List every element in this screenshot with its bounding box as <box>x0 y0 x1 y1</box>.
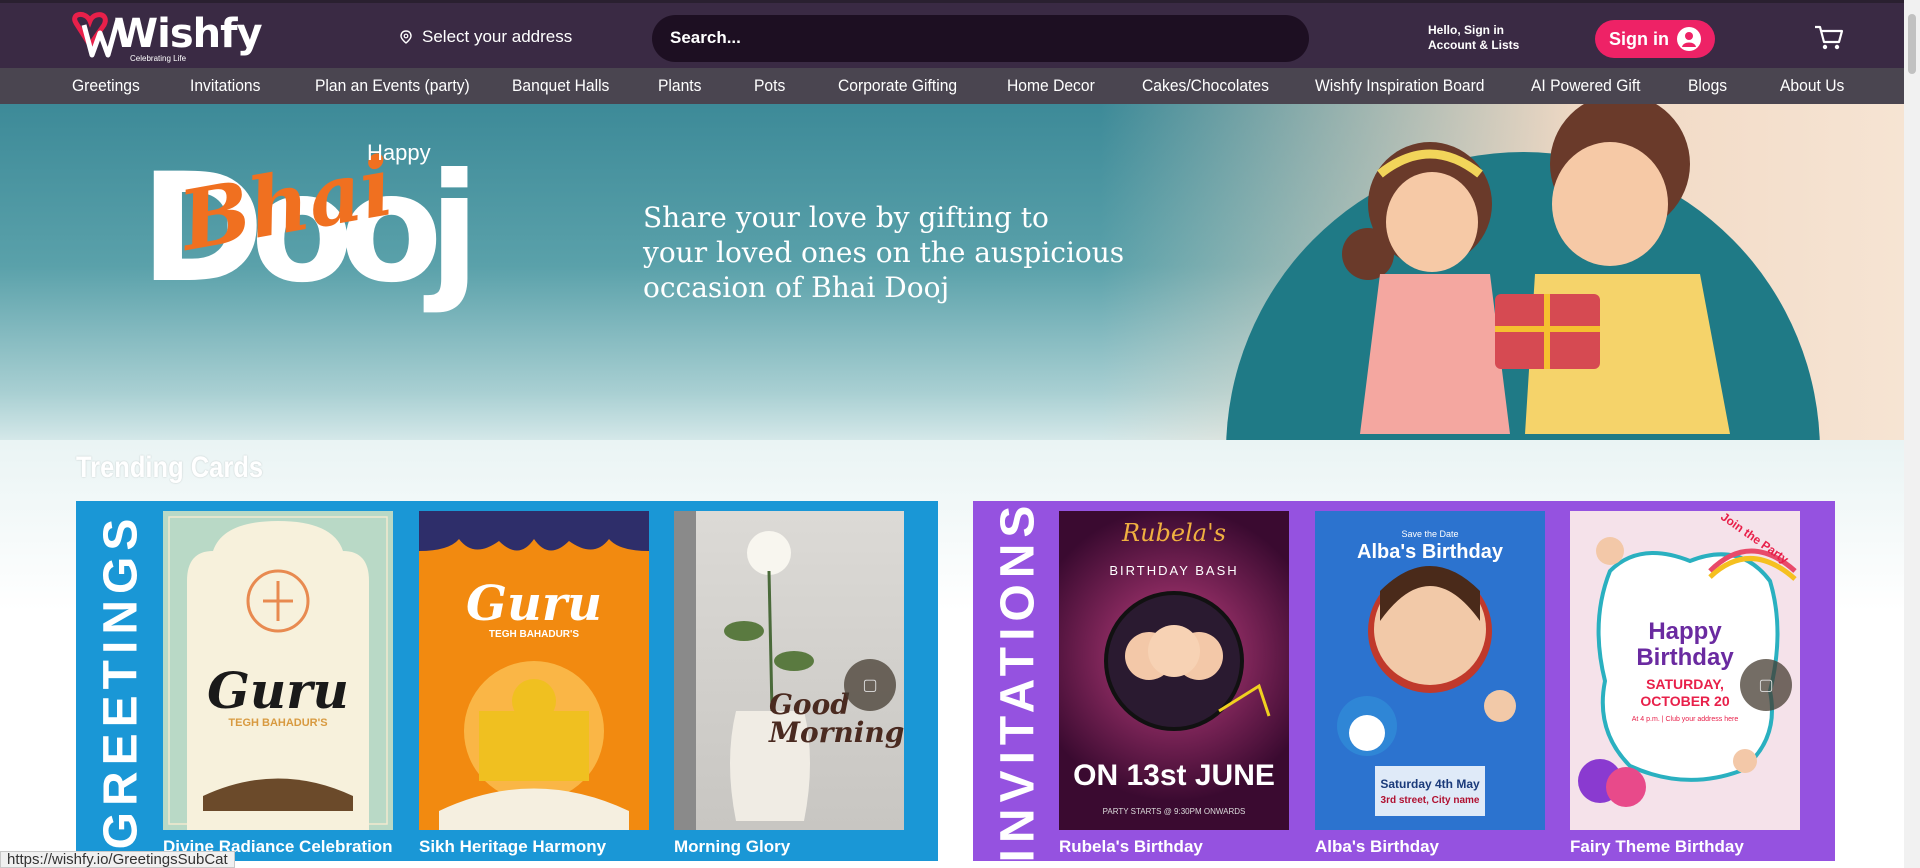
greetings-label-text: GREETINGS <box>94 512 148 850</box>
invitations-label-text: INVITATIONS <box>991 499 1045 863</box>
nav-item-pots[interactable]: Pots <box>754 76 785 96</box>
top-header: Wishfy Celebrating Life Select your addr… <box>0 0 1904 68</box>
greeting-card-2-art <box>419 511 649 830</box>
invitation-card-2-title[interactable]: Alba's Birthday <box>1315 837 1439 857</box>
account-greeting: Hello, Sign in <box>1428 23 1505 37</box>
share-icon[interactable]: ▢ <box>1740 659 1792 711</box>
invitation-card-2-date: Saturday 4th May <box>1380 777 1480 791</box>
greetings-vertical-label[interactable]: GREETINGS <box>76 501 166 861</box>
invitation-card-3-date: SATURDAY, OCTOBER 20 <box>1640 676 1730 709</box>
sign-in-label: Sign in <box>1609 28 1669 49</box>
siblings-illustration <box>1342 104 1730 434</box>
nav-item-cakes-chocolates[interactable]: Cakes/Chocolates <box>1142 76 1269 96</box>
greeting-card-3-title[interactable]: Morning Glory <box>674 837 790 857</box>
nav-item-about-us[interactable]: About Us <box>1780 76 1844 96</box>
account-lists: Account & Lists <box>1428 38 1520 52</box>
invitations-vertical-label[interactable]: INVITATIONS <box>973 499 1063 863</box>
greeting-card-2-title[interactable]: Sikh Heritage Harmony <box>419 837 606 857</box>
nav-item-inspiration-board[interactable]: Wishfy Inspiration Board <box>1315 76 1485 96</box>
invitation-card-2-name: Alba's Birthday <box>1357 541 1503 563</box>
invitation-card-2-sub: Save the Date <box>1401 529 1459 539</box>
invitation-card-3-foot: At 4 p.m. | Club your address here <box>1631 716 1739 723</box>
invitations-panel: INVITATIONS Rubela's BIRTHDAY BASH ON 13… <box>973 499 1835 863</box>
address-selector[interactable]: Select your address <box>400 27 572 47</box>
wishfy-logo[interactable]: Wishfy Celebrating Life <box>68 9 263 65</box>
status-bar-url: https://wishfy.io/GreetingsSubCat <box>0 851 235 868</box>
nav-item-ai-gift[interactable]: AI Powered Gift <box>1531 76 1641 96</box>
nav-item-blogs[interactable]: Blogs <box>1688 76 1727 96</box>
greeting-card-2-heading: Guru <box>465 576 603 632</box>
greeting-card-1[interactable]: Guru TEGH BAHADUR'S <box>163 511 393 830</box>
search-input[interactable]: Search... <box>652 15 1309 62</box>
invitation-card-1-sub: BIRTHDAY BASH <box>1109 563 1239 578</box>
invitation-card-1[interactable]: Rubela's BIRTHDAY BASH ON 13st JUNE PART… <box>1059 511 1289 830</box>
share-icon[interactable]: ▢ <box>844 659 896 711</box>
invitation-card-3-title[interactable]: Fairy Theme Birthday <box>1570 837 1744 857</box>
greeting-card-1-heading: Guru <box>207 661 349 720</box>
invitation-card-1-date: ON 13st JUNE <box>1073 759 1275 792</box>
hero-tagline: Share your love by gifting to your loved… <box>643 200 1163 305</box>
greeting-card-3[interactable]: Good Morning ▢ <box>674 511 904 830</box>
user-icon <box>1677 27 1701 51</box>
logo-tagline: Celebrating Life <box>130 54 187 63</box>
greeting-card-2[interactable]: Guru TEGH BAHADUR'S <box>419 511 649 830</box>
nav-item-plants[interactable]: Plants <box>658 76 701 96</box>
nav-item-home-decor[interactable]: Home Decor <box>1007 76 1095 96</box>
scrollbar-thumb[interactable] <box>1908 14 1916 74</box>
hero-tagline-line1: Share your love by gifting to <box>643 201 1049 234</box>
greetings-panel: GREETINGS Guru TEGH BAHADUR'S Divine Rad… <box>76 501 938 861</box>
invitation-card-2[interactable]: Save the Date Alba's Birthday Saturday 4… <box>1315 511 1545 830</box>
hero-banner[interactable]: Dooj Bhai Happy Share your love by gifti… <box>0 104 1904 464</box>
invitation-card-1-foot: PARTY STARTS @ 9:30PM ONWARDS <box>1102 807 1246 816</box>
hero-tagline-line3: occasion of Bhai Dooj <box>643 271 950 304</box>
trending-cards-title: Trending Cards <box>76 451 264 484</box>
sign-in-button[interactable]: Sign in <box>1595 20 1715 58</box>
nav-item-greetings[interactable]: Greetings <box>72 76 140 96</box>
invitation-card-3[interactable]: Happy Birthday SATURDAY, OCTOBER 20 At 4… <box>1570 511 1800 830</box>
address-label: Select your address <box>422 27 573 46</box>
invitation-card-1-title[interactable]: Rubela's Birthday <box>1059 837 1203 857</box>
account-menu[interactable]: Hello, Sign in Account & Lists <box>1428 23 1519 53</box>
greeting-card-2-sub: TEGH BAHADUR'S <box>488 629 580 640</box>
logo-text: Wishfy <box>114 11 263 57</box>
location-pin-icon <box>400 30 412 44</box>
hero-happy-word: Happy <box>367 140 431 165</box>
nav-item-banquet-halls[interactable]: Banquet Halls <box>512 76 609 96</box>
hero-tagline-line2: your loved ones on the auspicious <box>643 236 1125 269</box>
nav-item-corporate-gifting[interactable]: Corporate Gifting <box>838 76 957 96</box>
page-scrollbar[interactable] <box>1904 0 1920 868</box>
nav-item-invitations[interactable]: Invitations <box>190 76 260 96</box>
cart-icon[interactable] <box>1814 25 1844 51</box>
invitation-card-1-name: Rubela's <box>1122 519 1226 547</box>
invitation-card-2-foot: 3rd street, City name <box>1380 795 1480 806</box>
greeting-card-1-sub: TEGH BAHADUR'S <box>228 717 328 729</box>
main-nav: Greetings Invitations Plan an Events (pa… <box>0 68 1904 104</box>
invitation-card-3-name: Happy Birthday <box>1636 618 1734 671</box>
nav-item-plan-events[interactable]: Plan an Events (party) <box>315 76 470 96</box>
